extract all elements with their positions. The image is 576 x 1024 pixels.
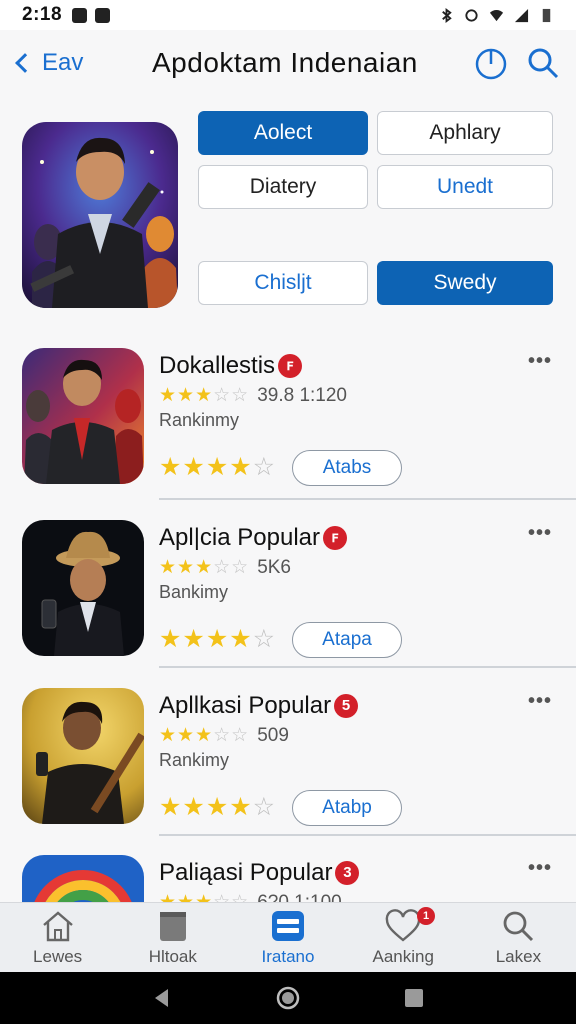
- app-icon[interactable]: [22, 688, 144, 824]
- app-icon[interactable]: [22, 520, 144, 656]
- app-list-item[interactable]: Apllkasi Popular 5 ★★★☆☆ 509 Rankimy ★★★★…: [0, 688, 576, 856]
- notification-icon: [72, 7, 88, 23]
- app-subtitle: Bankimy: [159, 582, 229, 602]
- app-badge: ꜰ: [323, 526, 347, 550]
- rating-text: 39.8 1:120: [257, 384, 347, 406]
- rating-stars: ★★★☆☆: [159, 725, 250, 746]
- more-options-icon[interactable]: •••: [528, 690, 552, 713]
- home-nav-icon[interactable]: [275, 985, 301, 1011]
- app-header: Eav Apdoktam Indenaian: [0, 30, 576, 96]
- app-badge: 3: [335, 861, 360, 885]
- get-button[interactable]: Atabs: [292, 450, 402, 486]
- recents-nav-icon[interactable]: [403, 987, 425, 1009]
- tab-lewes[interactable]: Lewes: [0, 903, 115, 972]
- app-title: Apllkasi Popular 5: [159, 692, 359, 720]
- house-icon: [42, 910, 73, 941]
- divider: [159, 666, 576, 668]
- chip-aphlary[interactable]: Aphlary: [377, 111, 553, 155]
- rating-text: 6?0 1:100: [257, 891, 342, 903]
- get-button[interactable]: Atapa: [292, 622, 402, 658]
- get-button[interactable]: Atabp: [292, 790, 402, 826]
- search-icon: [504, 911, 534, 941]
- app-subtitle: Rankimy: [159, 750, 230, 770]
- power-icon[interactable]: [474, 46, 508, 80]
- large-rating-stars: ★★★★☆: [159, 453, 277, 481]
- book-icon: [159, 911, 186, 941]
- rating-stars: ★★★☆☆: [159, 557, 250, 578]
- divider: [159, 834, 576, 836]
- rating-stars: ★★★☆☆: [159, 385, 250, 406]
- app-badge: 5: [334, 694, 359, 718]
- bluetooth-icon: [442, 7, 452, 23]
- app-list-item[interactable]: Dokallestis ꜰ ★★★☆☆ 39.8 1:120 Rankinmy ★…: [0, 348, 576, 516]
- back-button[interactable]: Eav: [15, 49, 84, 77]
- rating-summary: ★★★☆☆ 5K6: [159, 556, 291, 579]
- app-title: Paliąasi Popular 3: [159, 859, 360, 887]
- chip-aolect[interactable]: Aolect: [198, 111, 368, 155]
- search-icon[interactable]: [526, 46, 560, 80]
- large-rating-stars: ★★★★☆: [159, 793, 277, 821]
- app-badge: ꜰ: [278, 354, 303, 378]
- more-options-icon[interactable]: •••: [528, 350, 552, 373]
- app-subtitle: Rankinmy: [159, 410, 240, 430]
- status-time: 2:18: [22, 4, 63, 25]
- app-icon[interactable]: [22, 855, 144, 902]
- chip-chisljt[interactable]: Chisljt: [198, 261, 368, 305]
- rating-summary: ★★★☆☆ 39.8 1:120: [159, 384, 347, 407]
- app-title: Dokallestis ꜰ: [159, 352, 303, 380]
- apps-tray-icon: [272, 910, 304, 941]
- bottom-tab-bar: Lewes Hltoak Iratano Aanking 1 Lakex: [0, 902, 576, 972]
- battery-icon: [542, 8, 551, 22]
- signal-icon: [514, 8, 529, 22]
- more-options-icon[interactable]: •••: [528, 522, 552, 545]
- wifi-icon: [489, 9, 504, 21]
- chevron-left-icon: [15, 53, 35, 73]
- chip-swedy[interactable]: Swedy: [377, 261, 553, 305]
- app-icon[interactable]: [22, 348, 144, 484]
- chip-diatery[interactable]: Diatery: [198, 165, 368, 209]
- featured-app-image[interactable]: [22, 122, 178, 308]
- data-saver-icon: [465, 8, 478, 22]
- large-rating-stars: ★★★★☆: [159, 625, 277, 653]
- rating-stars: ★★★☆☆: [159, 891, 249, 902]
- app-list-item[interactable]: Apl|cia Popular ꜰ ★★★☆☆ 5K6 Bankimy ★★★★☆…: [0, 520, 576, 688]
- image-notification-icon: [95, 7, 111, 23]
- rating-summary: ★★★☆☆ 509: [159, 724, 289, 747]
- tab-aanking[interactable]: Aanking 1: [346, 903, 461, 972]
- rating-text: 509: [257, 724, 289, 746]
- back-nav-icon[interactable]: [151, 987, 173, 1009]
- status-bar: 2:18: [0, 0, 576, 30]
- rating-summary: ★★★☆☆ 6?0 1:100: [159, 891, 342, 903]
- app-title: Apl|cia Popular ꜰ: [159, 524, 347, 552]
- back-label: Eav: [42, 49, 84, 76]
- rating-text: 5K6: [257, 556, 291, 578]
- system-navigation-bar: [0, 972, 576, 1024]
- chip-unedt[interactable]: Unedt: [377, 165, 553, 209]
- notification-badge: 1: [417, 907, 436, 925]
- more-options-icon[interactable]: •••: [528, 857, 552, 880]
- app-list-item[interactable]: Paliąasi Popular3 ★★★☆☆ 6?0 1:100 •••: [0, 855, 576, 902]
- tab-lakex[interactable]: Lakex: [461, 903, 576, 972]
- tab-hltoak[interactable]: Hltoak: [115, 903, 230, 972]
- tab-iratano[interactable]: Iratano: [230, 903, 345, 972]
- divider: [159, 498, 576, 500]
- page-title: Apdoktam Indenaian: [152, 47, 418, 78]
